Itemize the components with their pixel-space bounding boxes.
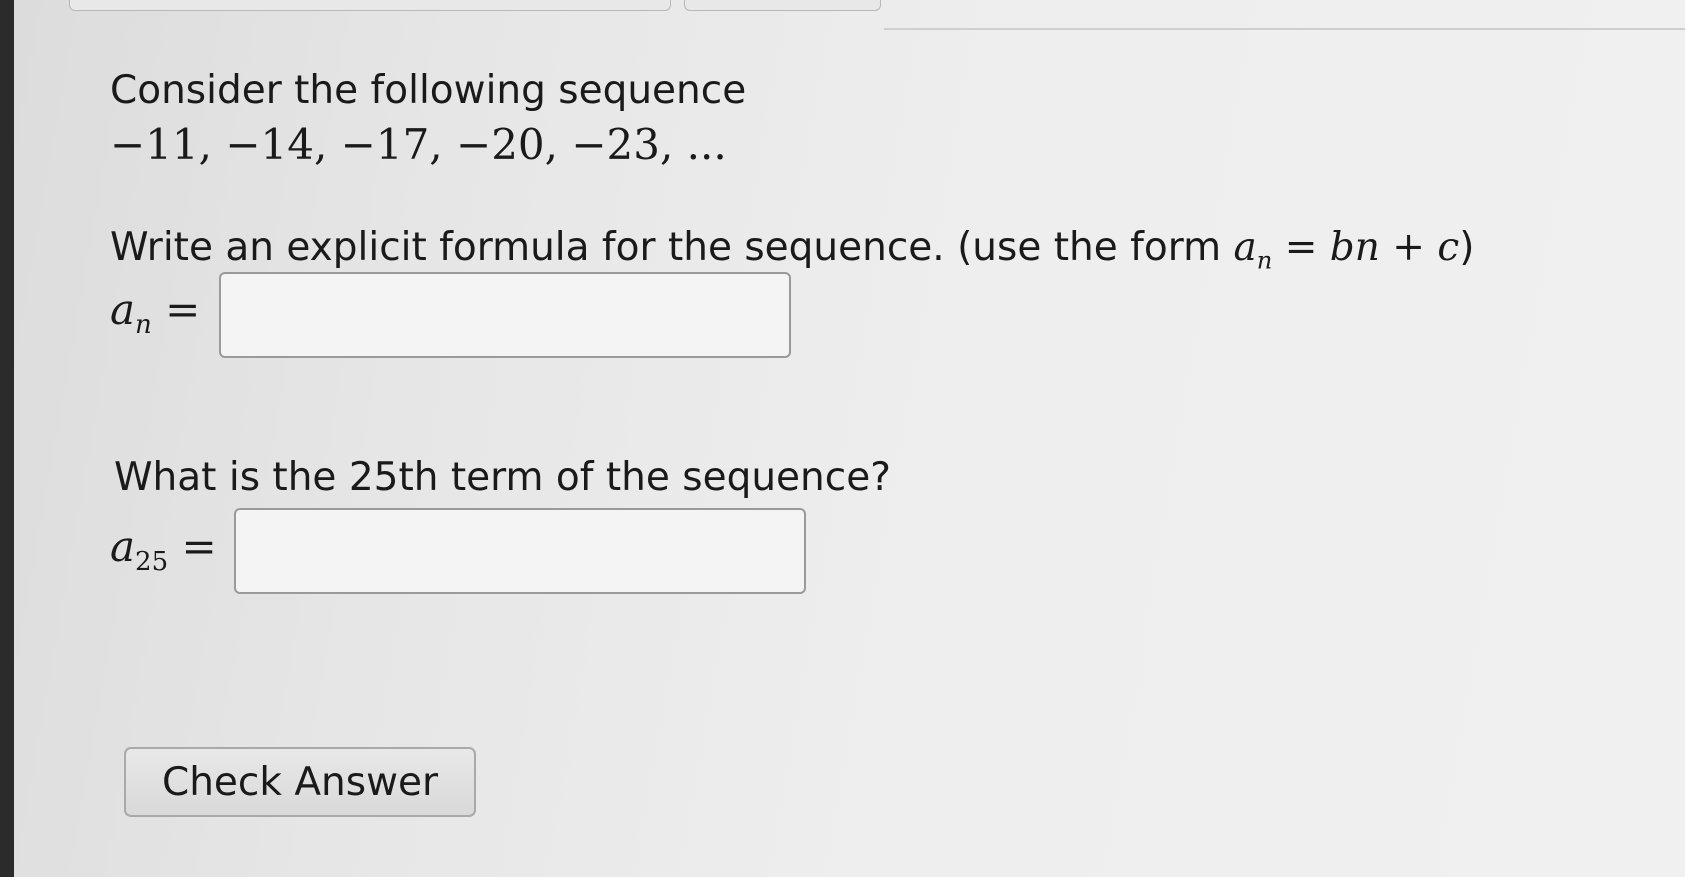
sequence-terms: −11, −14, −17, −20, −23, ...: [110, 120, 727, 169]
form-close-paren: ): [1459, 225, 1475, 270]
term-answer-input[interactable]: [234, 508, 806, 594]
top-tab[interactable]: [684, 0, 881, 11]
term-label-variable: a: [110, 522, 136, 571]
question-intro: Consider the following sequence: [110, 68, 747, 113]
form-lhs-subscript: n: [1256, 246, 1273, 275]
formula-answer-input[interactable]: [219, 272, 791, 358]
form-lhs-variable: a: [1233, 225, 1257, 270]
form-rhs: = bn + c: [1272, 225, 1460, 270]
formula-label-variable: a: [110, 285, 136, 334]
top-tab[interactable]: [69, 0, 671, 11]
term-label-equals: =: [181, 522, 217, 571]
check-answer-button[interactable]: Check Answer: [124, 747, 476, 817]
formula-prompt: Write an explicit formula for the sequen…: [110, 225, 1474, 274]
nth-term-prompt: What is the 25th term of the sequence?: [114, 455, 891, 500]
formula-label-subscript: n: [135, 310, 152, 341]
divider: [884, 28, 1685, 30]
formula-label-equals: =: [165, 285, 201, 334]
term-label-subscript: 25: [135, 547, 169, 578]
formula-prompt-text: Write an explicit formula for the sequen…: [110, 225, 1234, 270]
formula-answer-label: an =: [110, 285, 200, 340]
question-panel: Consider the following sequence −11, −14…: [14, 0, 1685, 877]
term-answer-label: a25 =: [110, 522, 217, 577]
